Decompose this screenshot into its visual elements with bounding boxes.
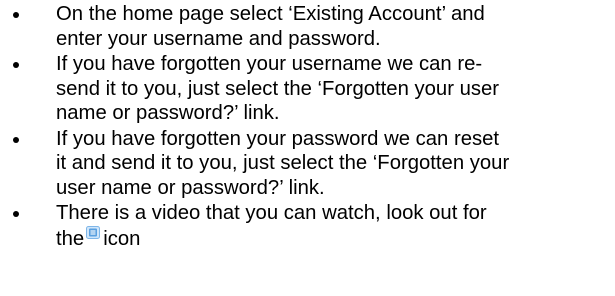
list-item-text: If you have forgotten your password we c… (56, 127, 500, 150)
bullet-dot (13, 62, 19, 68)
list-item-text: On the home page select ‘Existing Accoun… (56, 3, 485, 25)
bullet-dot (13, 136, 19, 143)
list-item-text: it and send it to you, just select the ‘… (56, 152, 510, 174)
text-before-icon: the (56, 227, 85, 250)
text-after-icon: icon (103, 227, 141, 250)
video-icon (86, 225, 101, 239)
bullet-dot (13, 211, 19, 217)
list-item-text: enter your username and password. (56, 27, 381, 50)
list-item-text: send it to you, just select the ‘Forgott… (56, 77, 500, 100)
list-item: If you have forgotten your password we c… (0, 127, 615, 201)
list-item: On the home page select ‘Existing Accoun… (0, 2, 615, 51)
list-item-text-with-icon: the icon (56, 225, 615, 252)
list-item-text: name or password?’ link. (56, 102, 280, 124)
list-item: There is a video that you can watch, loo… (0, 201, 615, 251)
list-item-text: If you have forgotten your username we c… (56, 53, 483, 75)
list-item: If you have forgotten your username we c… (0, 52, 615, 126)
bullet-dot (13, 12, 19, 18)
instruction-list: On the home page select ‘Existing Accoun… (0, 2, 615, 252)
list-item-text: There is a video that you can watch, loo… (56, 202, 487, 224)
list-item-text: user name or password?’ link. (56, 176, 325, 199)
